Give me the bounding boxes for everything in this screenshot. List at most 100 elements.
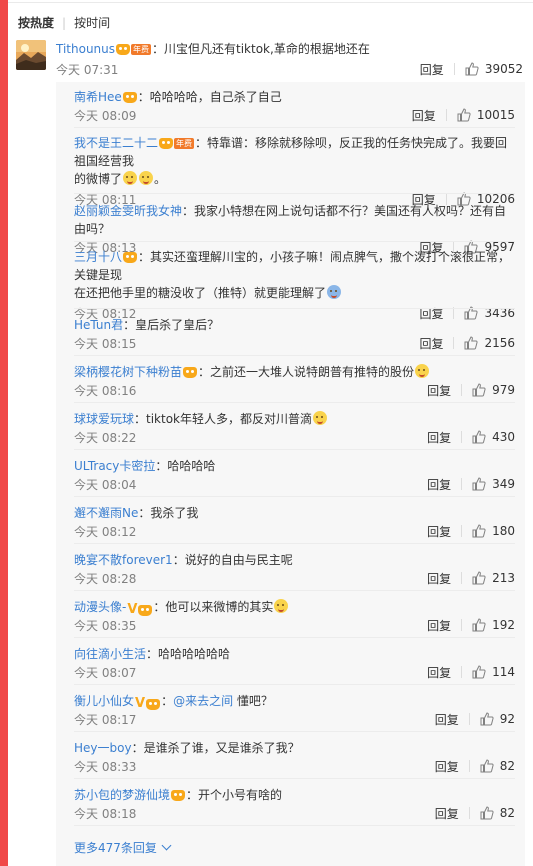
reply-time: 今天 08:09 — [74, 108, 137, 123]
crown-icon — [122, 92, 137, 103]
more-replies-label: 更多477条回复 — [74, 841, 157, 855]
reply-username[interactable]: 衡儿小仙女 — [74, 694, 134, 708]
like-button[interactable]: 979 — [472, 383, 515, 397]
list-item: 我不是王二十二 年费 ：特靠谱：移除就移除呗，反正我的任务快完成了。我要回祖国经营我… — [74, 136, 515, 207]
like-button[interactable]: 2156 — [464, 336, 515, 350]
divider — [74, 590, 515, 591]
divider — [74, 449, 515, 450]
divider — [74, 637, 515, 638]
reply-button[interactable]: 回复 — [419, 335, 443, 352]
vip-badge: 年费 — [131, 44, 152, 55]
reply-username[interactable]: 向往滴小生活 — [74, 647, 146, 661]
reply-button[interactable]: 回复 — [427, 570, 451, 587]
like-button[interactable]: 82 — [480, 759, 515, 773]
more-replies-link[interactable]: 更多477条回复 — [74, 839, 172, 856]
like-button[interactable]: 82 — [480, 806, 515, 820]
reply-username[interactable]: 南希Hee — [74, 90, 122, 104]
reply-text: 懂吧？ — [233, 694, 273, 708]
reply-username[interactable]: 邂不邂雨Ne — [74, 506, 138, 520]
sort-by-hot[interactable]: 按热度 — [18, 14, 54, 31]
divider — [74, 241, 515, 242]
emoji-icon — [327, 285, 342, 299]
reply-button[interactable]: 回复 — [435, 805, 459, 822]
sort-bar: 按热度 | 按时间 — [18, 14, 110, 31]
reply-username[interactable]: 三月十八 — [74, 250, 122, 264]
like-button[interactable]: 92 — [480, 712, 515, 726]
like-count: 114 — [492, 665, 515, 679]
emoji-icon — [313, 411, 328, 425]
like-button[interactable]: 114 — [472, 665, 515, 679]
like-button[interactable]: 213 — [472, 571, 515, 585]
reply-button[interactable]: 回复 — [412, 107, 436, 124]
landscape-avatar-icon — [16, 40, 46, 70]
chevron-down-icon — [161, 840, 172, 851]
action-separator — [453, 63, 455, 75]
like-button[interactable]: 39052 — [465, 62, 523, 76]
reply-username[interactable]: 我不是王二十二 — [74, 136, 158, 150]
thumbs-up-icon — [480, 759, 494, 773]
thumbs-up-icon — [472, 571, 486, 585]
comment-username[interactable]: Tithounus — [56, 42, 115, 56]
thumbs-up-icon — [472, 665, 486, 679]
reply-button[interactable]: 回复 — [427, 429, 451, 446]
like-count: 10015 — [476, 108, 515, 122]
reply-time: 今天 08:33 — [74, 759, 137, 774]
sort-by-time[interactable]: 按时间 — [74, 14, 110, 31]
like-button[interactable]: 180 — [472, 524, 515, 538]
like-count: 82 — [499, 759, 515, 773]
like-count: 430 — [492, 430, 515, 444]
thumbs-up-icon — [457, 108, 471, 122]
reply-username[interactable]: 苏小包的梦游仙境 — [74, 788, 170, 802]
list-item: 球球爱玩球：tiktok年轻人多，都反对川普滴 今天 08:22 回复 430 — [74, 410, 515, 446]
reply-text-prefix: ： — [161, 694, 174, 708]
divider — [74, 496, 515, 497]
reply-username[interactable]: 动漫头像- — [74, 600, 126, 614]
reply-time: 今天 08:17 — [74, 712, 137, 727]
crown-icon — [138, 604, 153, 616]
list-item: ULTracy卡密拉：哈哈哈哈 今天 08:04 回复 349 — [74, 457, 515, 493]
divider — [74, 193, 515, 194]
divider — [74, 127, 515, 128]
like-button[interactable]: 192 — [472, 618, 515, 632]
thumbs-up-icon — [464, 336, 479, 350]
reply-username[interactable]: 晚宴不散forever1 — [74, 553, 173, 567]
reply-button[interactable]: 回复 — [435, 758, 459, 775]
reply-button[interactable]: 回复 — [427, 617, 451, 634]
mention-link[interactable]: @来去之间 — [173, 694, 233, 708]
emoji-icon — [123, 171, 138, 185]
avatar[interactable] — [16, 40, 46, 70]
divider — [74, 308, 515, 309]
reply-text: ：哈哈哈哈哈哈 — [146, 647, 231, 661]
list-item: 向往滴小生活：哈哈哈哈哈哈 今天 08:07 回复 114 — [74, 645, 515, 681]
reply-button[interactable]: 回复 — [420, 61, 444, 78]
reply-button[interactable]: 回复 — [435, 711, 459, 728]
thumbs-up-icon — [472, 383, 486, 397]
reply-time: 今天 08:07 — [74, 665, 137, 680]
like-count: 39052 — [484, 62, 523, 76]
reply-text: ：哈哈哈哈，自己杀了自己 — [137, 90, 282, 104]
reply-username[interactable]: HeTun君 — [74, 318, 123, 332]
like-count: 180 — [492, 524, 515, 538]
reply-username[interactable]: ULTracy卡密拉 — [74, 459, 155, 473]
reply-button[interactable]: 回复 — [427, 664, 451, 681]
reply-username[interactable]: 球球爱玩球 — [74, 412, 134, 426]
reply-username[interactable]: 梁柄樱花树下种粉苗 — [74, 365, 182, 379]
reply-username[interactable]: Hey一boy — [74, 741, 132, 755]
reply-text: ：是谁杀了谁，又是谁杀了我？ — [131, 741, 300, 755]
list-item: 梁柄樱花树下种粉苗 ：之前还一大堆人说特朗普有推特的股份 今天 08:16 回复 97… — [74, 363, 515, 399]
reply-time: 今天 08:04 — [74, 477, 137, 492]
emoji-icon — [274, 599, 289, 613]
reply-button[interactable]: 回复 — [427, 382, 451, 399]
reply-time: 今天 08:12 — [74, 524, 137, 539]
list-item: 三月十八 ：其实还蛮理解川宝的，小孩子嘛！闹点脾气，撒个泼打个滚很正常，关键是现 … — [74, 248, 515, 322]
reply-button[interactable]: 回复 — [427, 476, 451, 493]
divider — [74, 355, 515, 356]
v-icon: V — [135, 696, 146, 711]
like-button[interactable]: 430 — [472, 430, 515, 444]
like-button[interactable]: 349 — [472, 477, 515, 491]
divider — [74, 731, 515, 732]
reply-button[interactable]: 回复 — [427, 523, 451, 540]
reply-username[interactable]: 赵丽颖金雯昕我女神 — [74, 204, 182, 218]
crown-icon — [116, 44, 131, 55]
like-button[interactable]: 10015 — [457, 108, 515, 122]
